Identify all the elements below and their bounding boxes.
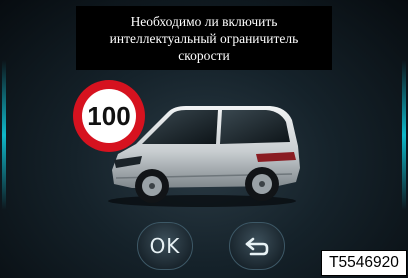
speed-limit-value: 100: [87, 101, 130, 131]
ok-button-label: OK: [149, 234, 181, 258]
left-accent-light: [2, 60, 6, 210]
prompt-line-1: Необходимо ли включить: [130, 13, 278, 29]
right-accent-light: [402, 60, 406, 210]
return-arrow-icon: [245, 237, 269, 256]
figure-reference-label: T5546920: [321, 250, 407, 276]
prompt-line-3: скорости: [178, 47, 230, 63]
back-button[interactable]: [229, 222, 285, 270]
speed-limit-sign: 100: [73, 80, 145, 152]
display-screen: Необходимо ли включить интеллектуальный …: [0, 0, 408, 278]
ok-button[interactable]: OK: [137, 222, 193, 270]
prompt-line-2: интеллектуальный ограничитель: [109, 30, 299, 46]
confirmation-prompt: Необходимо ли включить интеллектуальный …: [76, 6, 332, 70]
